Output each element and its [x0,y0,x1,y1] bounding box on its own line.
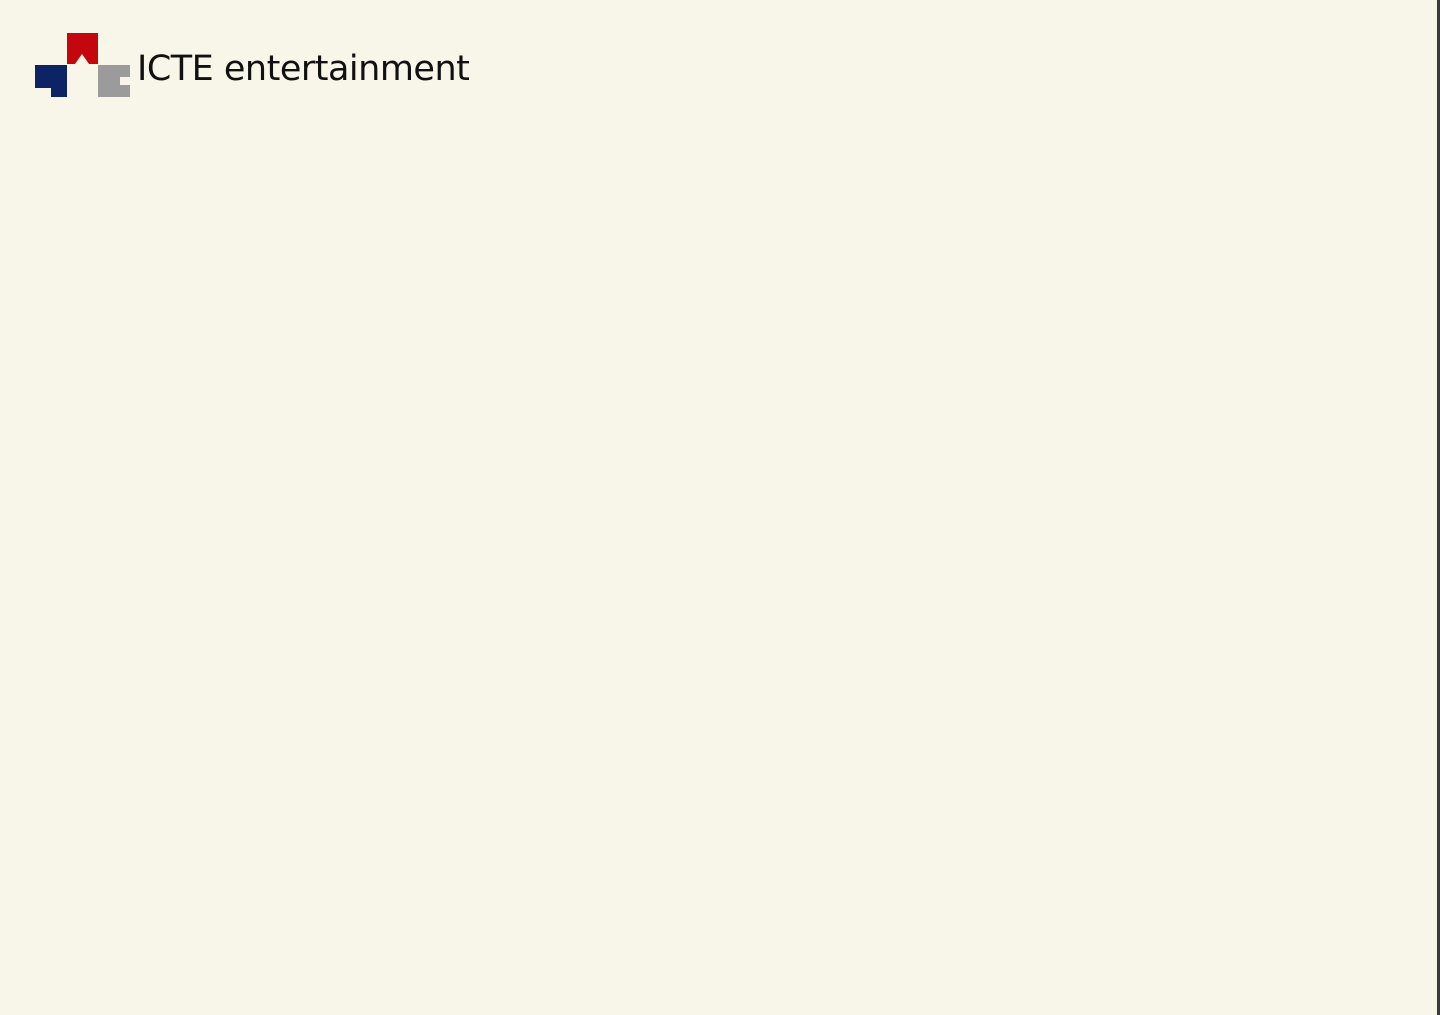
icte-logo-icon [35,33,130,97]
brand-home-link[interactable]: ICTE entertainment [34,33,470,97]
brand-name: ICTE entertainment [137,48,470,89]
landing-page: ICTE entertainment [0,0,1437,1015]
